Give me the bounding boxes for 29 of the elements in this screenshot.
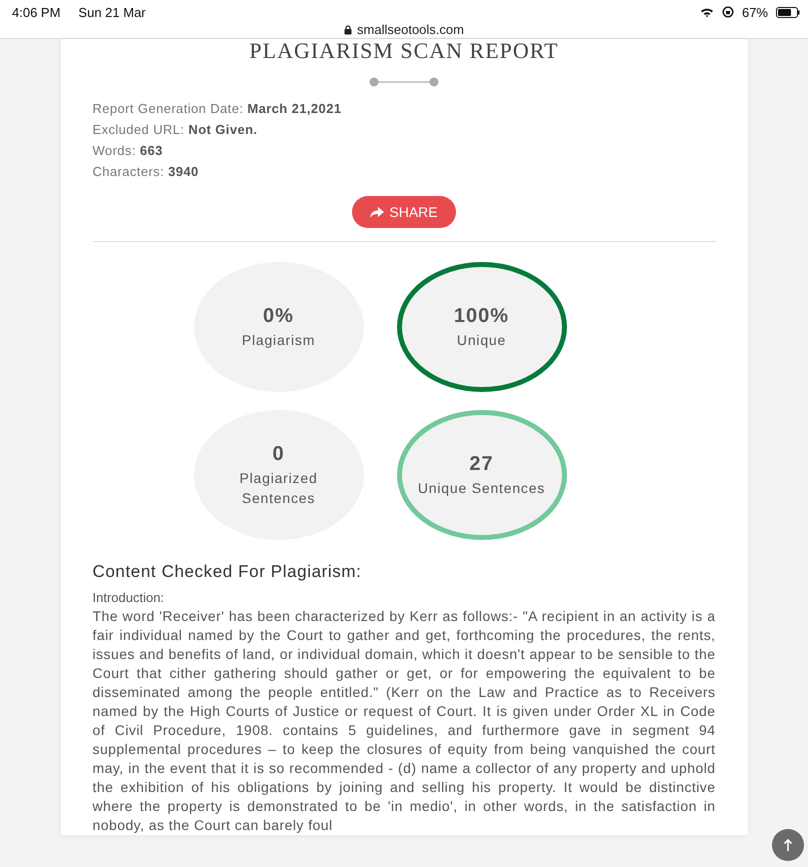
divider-dots-icon	[369, 77, 439, 87]
share-button[interactable]: SHARE	[352, 196, 456, 228]
content-heading: Content Checked For Plagiarism:	[92, 562, 362, 582]
stat-label: Plagiarism	[242, 330, 316, 350]
report-detail: Characters: 3940	[92, 164, 200, 180]
stat-value: 100%	[454, 304, 510, 328]
lock-icon	[344, 24, 352, 34]
rotation-lock-icon	[722, 6, 734, 18]
stat-value: 0%	[263, 304, 294, 328]
stat-label: Unique	[456, 330, 506, 350]
stat-label: Plagiarized Sentences	[238, 468, 319, 508]
scroll-top-button[interactable]	[772, 829, 804, 861]
arrow-up-icon	[783, 838, 793, 852]
content-intro: Introduction:	[92, 590, 166, 605]
content-paragraph: The word 'Receiver' has been characterized by Kerr as follows:- "A recipient in an activity is a fair individual named by the Court to gather and get, forthcoming the procedures, the rents, issues and benefits of land, or individual domain, which it doesn't appear to be sensible to the Court that cither gathering should gather or get, or for empowering the equivalent to be disseminated among the people entitled." (Kerr on the Law and Practice as to Receivers named by the High Courts of Justice or request of Court. It is given under Order XL in Code of Civil Procedure, 1908. contains 5 guidelines, and furthermore gave in segment 94 supplemental procedures – to keep the closures of equity from being vanquished the court may, in the event that it is so recommended - (d) name a collector of any property and uphold the exhibition of his obligations by joining and selling his property. It would be distinctive where the property is demonstrated to be 'in medio', in other words, in the satisfaction in nobody, as the Court can barely foul	[92, 607, 716, 835]
report-detail: Excluded URL: Not Given.	[92, 122, 258, 138]
share-icon	[370, 206, 384, 218]
status-date: Sun 21 Mar	[78, 4, 146, 20]
report-detail: Report Generation Date: March 21,2021	[92, 101, 342, 117]
report-title: PLAGIARISM SCAN REPORT	[248, 39, 560, 63]
stat-value: 0	[272, 442, 285, 466]
wifi-icon	[700, 6, 714, 18]
stat-label: Unique Sentences	[418, 478, 546, 498]
battery-percent: 67%	[742, 4, 768, 20]
report-detail: Words: 663	[92, 143, 164, 159]
status-time: 4:06 PM	[12, 4, 60, 20]
battery-icon	[776, 6, 800, 18]
page-url[interactable]: smallseotools.com	[357, 22, 464, 37]
stat-value: 27	[469, 452, 494, 476]
